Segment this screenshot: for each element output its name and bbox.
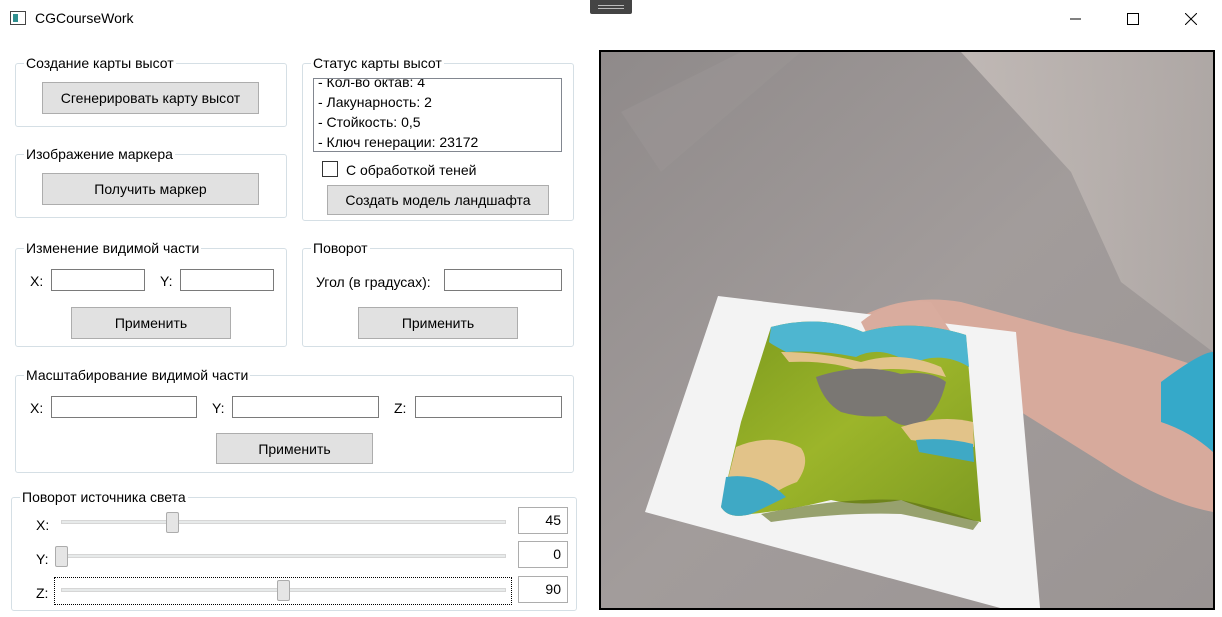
- status-line-octaves: - Кол-во октав: 4: [318, 78, 426, 90]
- rotation-apply-button[interactable]: Применить: [358, 307, 518, 339]
- scaling-x-input[interactable]: [51, 396, 197, 418]
- scaling-y-label: Y:: [212, 400, 225, 416]
- light-z-label: Z:: [36, 585, 49, 601]
- rotation-angle-input[interactable]: [444, 269, 562, 291]
- light-x-slider-thumb[interactable]: [165, 512, 179, 533]
- heightmap-creation-legend: Создание карты высот: [24, 55, 176, 71]
- heightmap-status-list[interactable]: - Кол-во октав: 4 - Лакунарность: 2 - Ст…: [313, 78, 562, 152]
- rotation-angle-label: Угол (в градусах):: [316, 274, 431, 290]
- close-icon: [1185, 13, 1197, 25]
- drag-grip-icon[interactable]: [590, 0, 632, 14]
- generate-heightmap-button[interactable]: Сгенерировать карту высот: [42, 82, 259, 114]
- app-window-icon: [10, 11, 26, 25]
- visible-part-y-label: Y:: [160, 273, 173, 289]
- minimize-button[interactable]: [1047, 0, 1105, 38]
- shadows-checkbox[interactable]: [322, 161, 338, 177]
- maximize-icon: [1127, 13, 1139, 25]
- get-marker-button[interactable]: Получить маркер: [42, 173, 259, 205]
- visible-part-legend: Изменение видимой части: [24, 240, 202, 256]
- visible-part-y-input[interactable]: [180, 269, 274, 291]
- scaling-legend: Масштабирование видимой части: [24, 367, 251, 383]
- light-y-slider-track[interactable]: [61, 554, 506, 558]
- status-line-seed: - Ключ генерации: 23172: [318, 134, 479, 150]
- maximize-button[interactable]: [1104, 0, 1162, 38]
- visible-part-x-label: X:: [30, 273, 44, 289]
- light-z-slider-thumb[interactable]: [276, 580, 290, 601]
- light-y-slider-thumb[interactable]: [55, 546, 68, 567]
- visible-part-x-input[interactable]: [51, 269, 145, 291]
- visible-part-apply-button[interactable]: Применить: [71, 307, 231, 339]
- marker-image-legend: Изображение маркера: [24, 146, 175, 162]
- shadows-checkbox-label[interactable]: С обработкой теней: [346, 162, 476, 178]
- heightmap-status-legend: Статус карты высот: [311, 55, 444, 71]
- status-line-lacunarity: - Лакунарность: 2: [318, 94, 432, 110]
- scaling-y-input[interactable]: [232, 396, 379, 418]
- window-title: CGCourseWork: [35, 10, 134, 26]
- scaling-x-label: X:: [30, 400, 44, 416]
- scaling-z-input[interactable]: [415, 396, 562, 418]
- light-x-label: X:: [36, 517, 50, 533]
- light-x-slider-track[interactable]: [61, 520, 506, 524]
- light-z-value[interactable]: 90: [518, 576, 568, 603]
- close-button[interactable]: [1162, 0, 1220, 38]
- title-bar[interactable]: CGCourseWork: [0, 0, 1222, 38]
- light-x-value[interactable]: 45: [518, 507, 568, 534]
- minimize-icon: [1070, 18, 1081, 20]
- status-line-persistence: - Стойкость: 0,5: [318, 114, 421, 130]
- rotation-legend: Поворот: [311, 240, 370, 256]
- scaling-apply-button[interactable]: Применить: [216, 433, 373, 464]
- ar-camera-view: [599, 50, 1215, 610]
- light-y-label: Y:: [36, 551, 49, 567]
- create-landscape-model-button[interactable]: Создать модель ландшафта: [327, 185, 549, 215]
- ar-scene-image: [601, 52, 1213, 608]
- light-y-value[interactable]: 0: [518, 541, 568, 568]
- light-rotation-legend: Поворот источника света: [20, 489, 188, 505]
- scaling-z-label: Z:: [394, 400, 407, 416]
